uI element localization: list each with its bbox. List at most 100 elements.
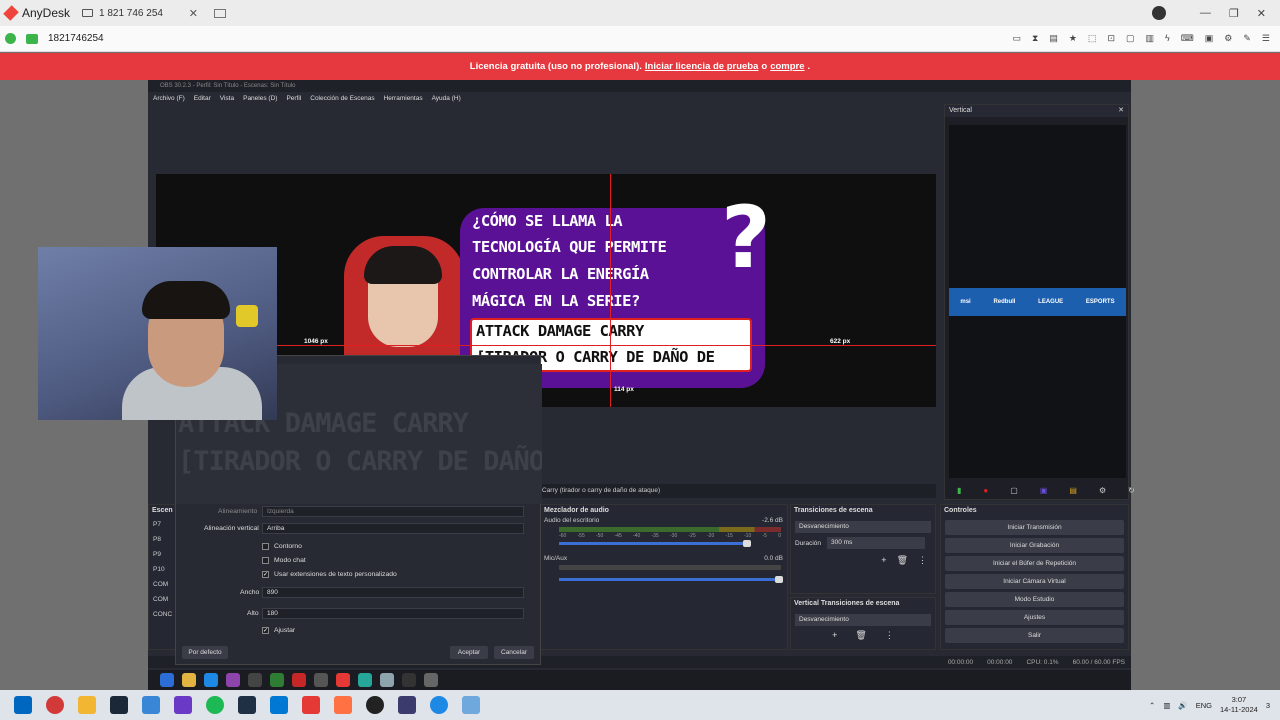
refresh-icon[interactable]: ↻ [1128, 486, 1135, 495]
obs-icon[interactable] [366, 696, 384, 714]
explorer-icon[interactable] [182, 673, 196, 687]
height-input[interactable]: 180 [262, 608, 524, 619]
trial-license-link[interactable]: Iniciar licencia de prueba [645, 61, 759, 72]
menu-coleccion[interactable]: Colección de Escenas [310, 95, 374, 102]
vertical-alignment-select[interactable]: Arriba [262, 523, 524, 534]
settings-icon[interactable]: ⚙ [1224, 33, 1232, 44]
menu-perfil[interactable]: Perfil [286, 95, 301, 102]
network-icon[interactable]: ▥ [1163, 701, 1170, 710]
backtrack-icon[interactable]: ▢ [1010, 486, 1018, 495]
display-icon[interactable]: ⊡ [1107, 33, 1115, 44]
app-icon[interactable] [398, 696, 416, 714]
start-recording-button[interactable]: Iniciar Grabación [945, 538, 1124, 553]
exit-button[interactable]: Salir [945, 628, 1124, 643]
obs-icon[interactable] [402, 673, 416, 687]
new-session-icon[interactable] [214, 8, 226, 18]
session-tab[interactable]: 1 821 746 254 ✕ [76, 2, 204, 24]
cancel-button[interactable]: Cancelar [494, 646, 534, 659]
delete-icon[interactable]: 🗑 [897, 555, 908, 566]
app-icon[interactable] [314, 673, 328, 687]
files-icon[interactable]: ▤ [1049, 33, 1058, 44]
accept-button[interactable]: Aceptar [450, 646, 488, 659]
app-icon[interactable] [174, 696, 192, 714]
app-icon[interactable] [462, 696, 480, 714]
anydesk-icon[interactable] [302, 696, 320, 714]
app-icon[interactable] [226, 673, 240, 687]
alignment-select[interactable]: Izquierda [262, 506, 524, 517]
gear-icon[interactable]: ⚙ [1099, 486, 1106, 495]
close-tab-icon[interactable]: ✕ [189, 7, 198, 20]
menu-vista[interactable]: Vista [220, 95, 234, 102]
stream-icon[interactable]: ▮ [957, 486, 961, 495]
chevron-up-icon[interactable]: ⌃ [1149, 701, 1155, 710]
screen-icon[interactable]: ▢ [1126, 33, 1135, 44]
volume-knob[interactable] [775, 576, 783, 583]
maximize-button[interactable]: ❐ [1229, 7, 1239, 20]
start-replay-buffer-button[interactable]: Iniciar el Búfer de Repetición [945, 556, 1124, 571]
windows-start-icon[interactable] [14, 696, 32, 714]
actions-icon[interactable]: ▥ [1146, 33, 1155, 44]
spotify-icon[interactable] [206, 696, 224, 714]
anydesk-icon[interactable] [336, 673, 350, 687]
delete-icon[interactable]: 🗑 [855, 630, 866, 641]
wrap-checkbox[interactable]: ✓ [262, 627, 269, 634]
virtualcam-icon[interactable]: ▣ [1040, 486, 1048, 495]
language-indicator[interactable]: ENG [1196, 701, 1212, 710]
more-icon[interactable]: ⋮ [885, 630, 894, 641]
close-button[interactable]: ✕ [1257, 7, 1266, 20]
menu-paneles[interactable]: Paneles (D) [243, 95, 277, 102]
app-icon[interactable] [292, 673, 306, 687]
minimize-button[interactable]: — [1200, 7, 1211, 19]
start-virtual-camera-button[interactable]: Iniciar Cámara Virtual [945, 574, 1124, 589]
menu-editar[interactable]: Editar [194, 95, 211, 102]
transition-select[interactable]: Desvanecimiento [795, 521, 931, 533]
settings-button[interactable]: Ajustes [945, 610, 1124, 625]
app-icon[interactable] [238, 696, 256, 714]
outline-checkbox[interactable] [262, 543, 269, 550]
file-explorer-icon[interactable] [78, 696, 96, 714]
chat-mode-checkbox[interactable] [262, 557, 269, 564]
defaults-button[interactable]: Por defecto [182, 646, 228, 659]
start-streaming-button[interactable]: Iniciar Transmisión [945, 520, 1124, 535]
volume-icon[interactable]: 🔊 [1178, 701, 1187, 710]
volume-slider[interactable] [559, 576, 783, 583]
app-icon[interactable] [424, 673, 438, 687]
pen-icon[interactable]: ✎ [1243, 33, 1251, 44]
notifications-badge[interactable]: 3 [1266, 701, 1270, 710]
menu-ayuda[interactable]: Ayuda (H) [432, 95, 461, 102]
app-icon[interactable] [142, 696, 160, 714]
menu-archivo[interactable]: Archivo (F) [153, 95, 185, 102]
file-transfer-icon[interactable]: ⬚ [1088, 33, 1097, 44]
xbox-icon[interactable] [270, 673, 284, 687]
more-icon[interactable]: ⋮ [918, 555, 927, 566]
menu-icon[interactable]: ☰ [1262, 33, 1270, 44]
app-icon[interactable] [380, 673, 394, 687]
close-dock-icon[interactable]: ✕ [1118, 105, 1128, 117]
address-field[interactable]: 1821746254 [48, 33, 104, 44]
vtransition-select[interactable]: Desvanecimiento [795, 614, 931, 626]
keyboard-icon[interactable]: ⌨ [1181, 33, 1194, 44]
app-icon[interactable] [248, 673, 262, 687]
volume-knob[interactable] [743, 540, 751, 547]
edge-icon[interactable] [204, 673, 218, 687]
video-icon[interactable]: ▣ [1205, 33, 1214, 44]
replay-icon[interactable]: ▤ [1069, 486, 1077, 495]
favorite-icon[interactable]: ★ [1069, 33, 1077, 44]
vscode-icon[interactable] [270, 696, 288, 714]
record-icon[interactable]: ● [983, 486, 988, 495]
duration-input[interactable]: 300 ms [827, 537, 926, 549]
app-icon[interactable] [334, 696, 352, 714]
account-icon[interactable] [1151, 6, 1166, 20]
width-input[interactable]: 890 [262, 587, 524, 598]
clock[interactable]: 3:07 14-11-2024 [1220, 695, 1258, 715]
add-transition-icon[interactable]: + [832, 630, 837, 641]
lightning-icon[interactable]: ϟ [1165, 33, 1170, 44]
volume-slider[interactable] [559, 540, 751, 547]
app-icon[interactable] [358, 673, 372, 687]
chat-icon[interactable]: ▭ [1012, 33, 1021, 44]
hourglass-icon[interactable]: ⧗ [1032, 33, 1038, 44]
steam-icon[interactable] [110, 696, 128, 714]
menu-herramientas[interactable]: Herramientas [384, 95, 423, 102]
edge-icon[interactable] [430, 696, 448, 714]
start-icon[interactable] [160, 673, 174, 687]
